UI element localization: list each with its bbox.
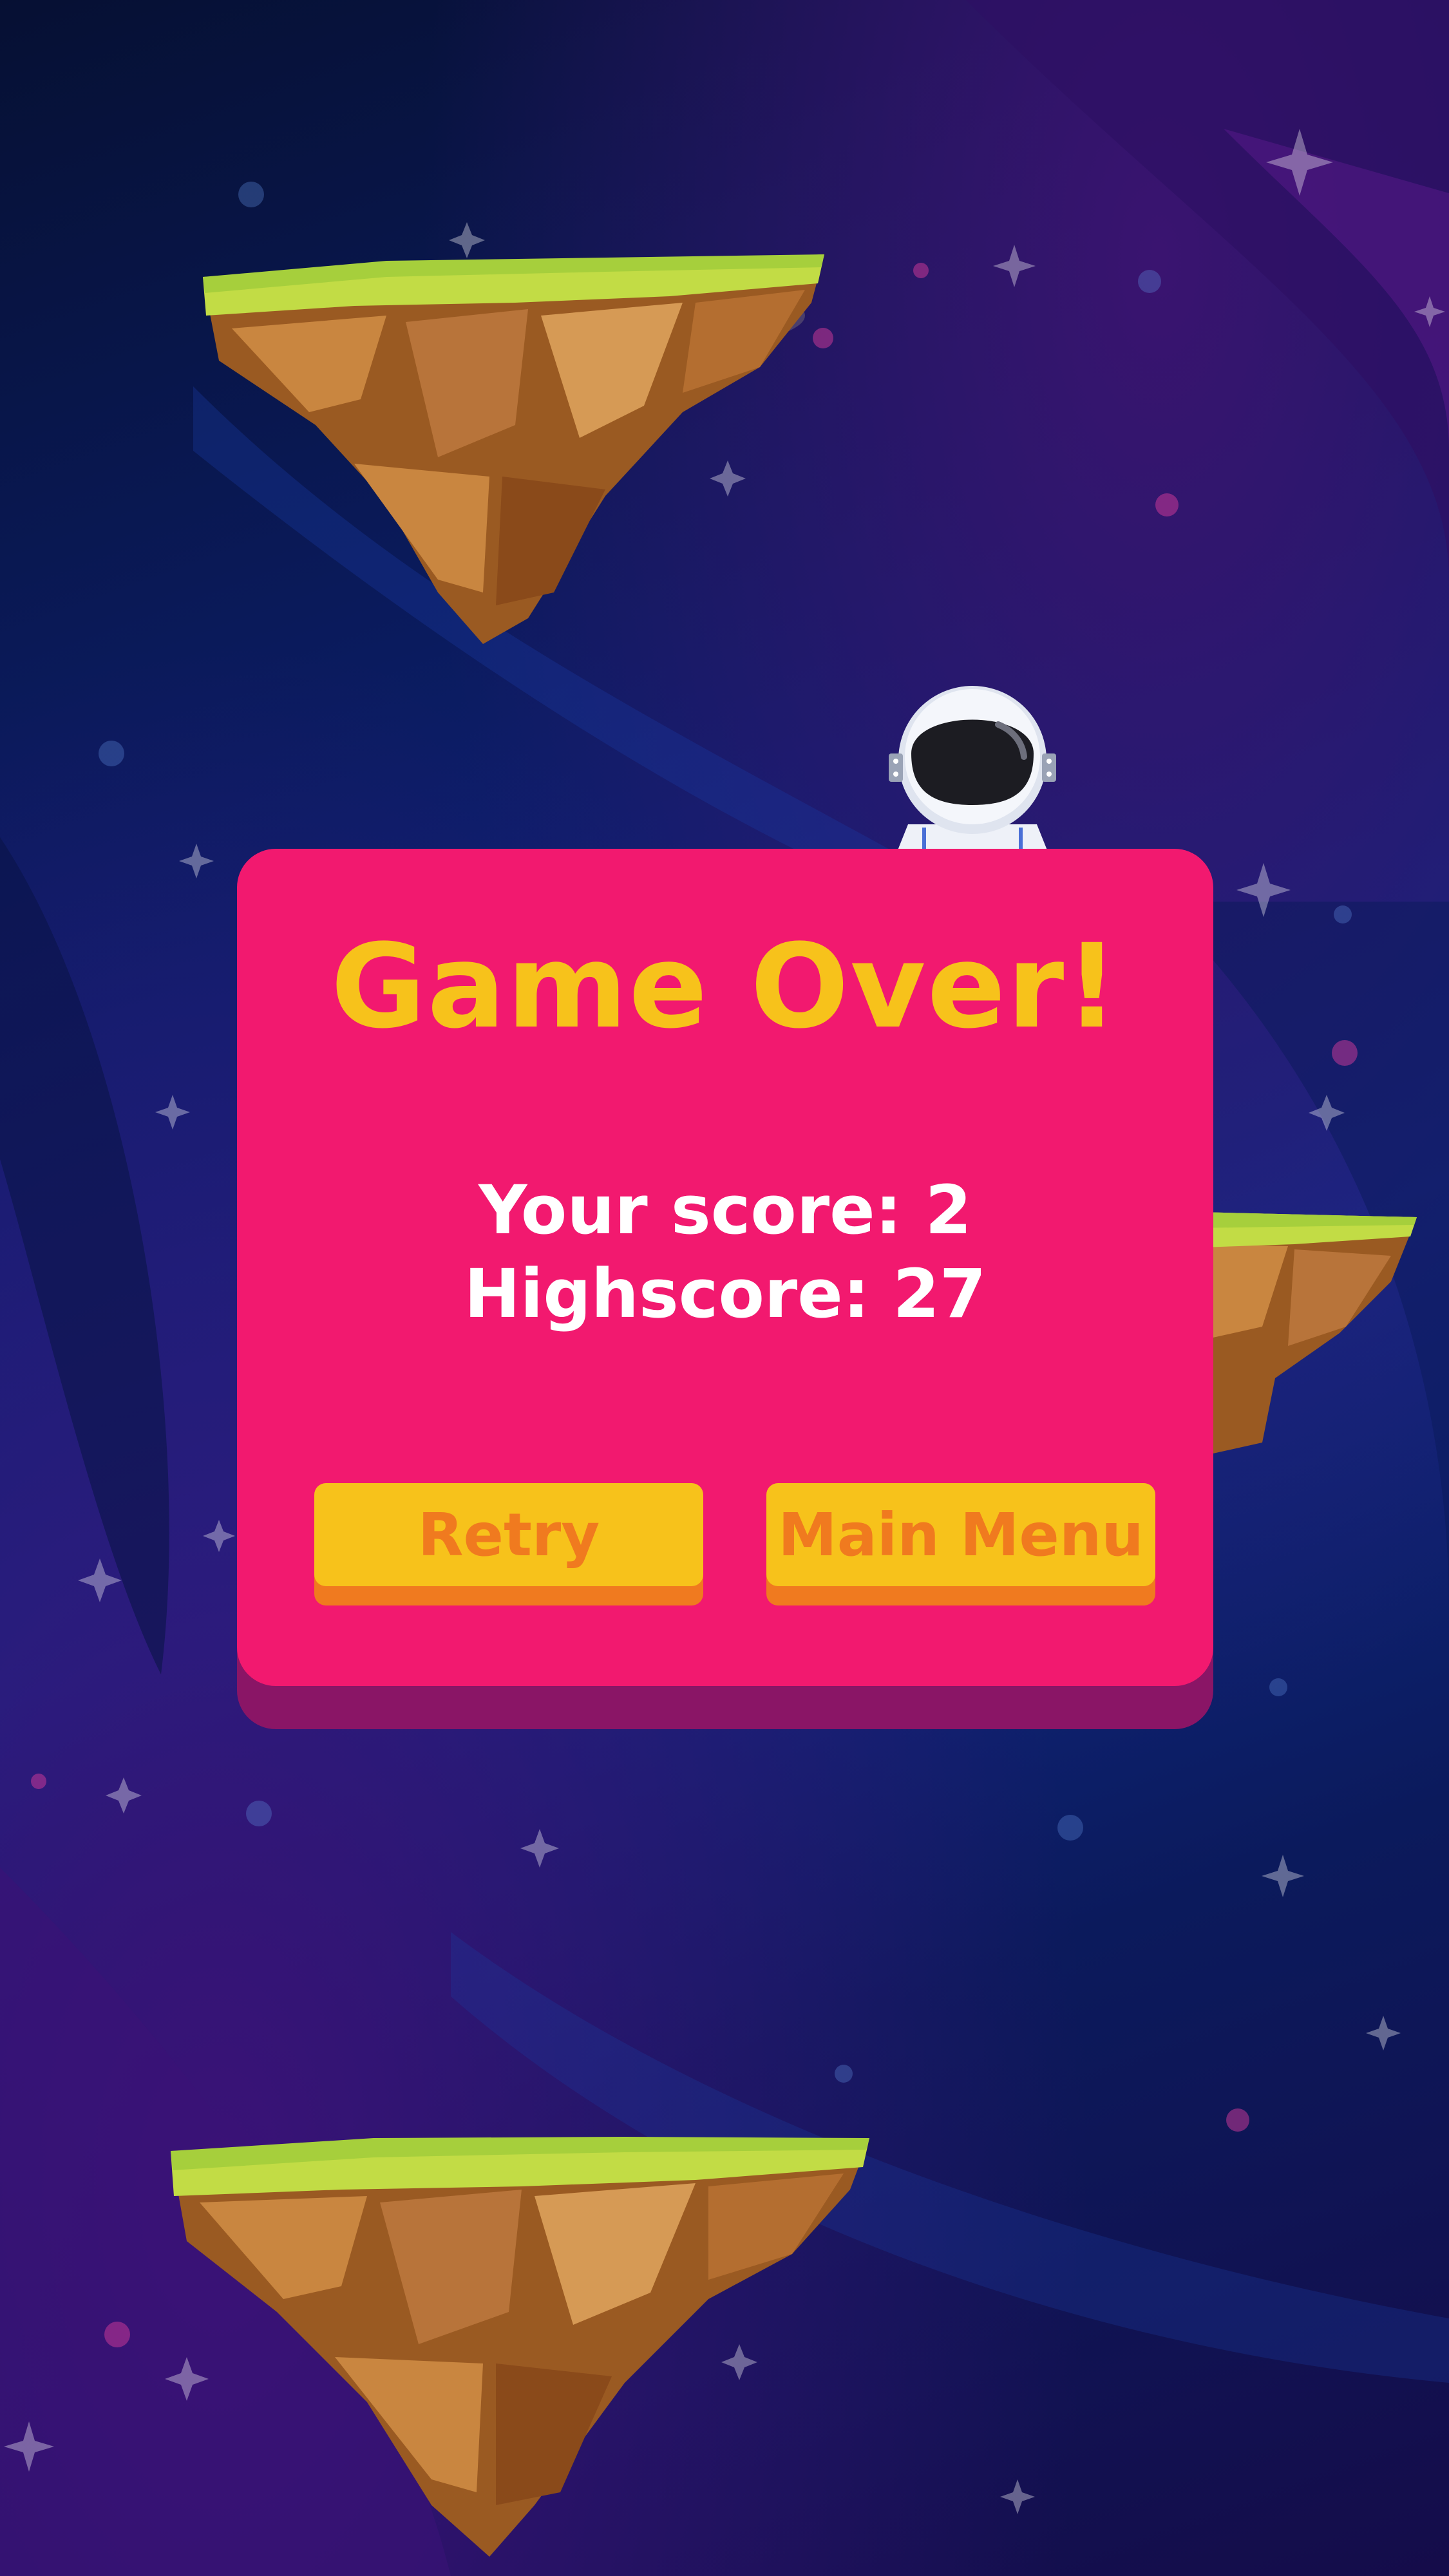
star-icon — [1000, 2479, 1035, 2514]
game-over-title: Game Over! — [330, 920, 1120, 1054]
game-over-dialog: Game Over! Your score: 2 Highscore: 27 R… — [237, 849, 1213, 1686]
star-icon — [993, 245, 1036, 287]
star-icon — [78, 1558, 122, 1602]
floating-island-icon — [203, 254, 824, 644]
retry-button[interactable]: Retry — [314, 1483, 703, 1605]
star-icon — [155, 1095, 190, 1130]
star-icon — [1262, 1855, 1304, 1897]
star-icon — [179, 844, 214, 878]
star-icon — [106, 1777, 142, 1814]
star-icon — [520, 1829, 559, 1868]
current-score: Your score: 2 — [478, 1171, 972, 1249]
high-score: Highscore: 27 — [464, 1255, 987, 1333]
main-menu-button-label[interactable]: Main Menu — [766, 1483, 1155, 1586]
star-icon — [1366, 2016, 1401, 2050]
main-menu-button[interactable]: Main Menu — [766, 1483, 1155, 1605]
game-screen: Game Over! Your score: 2 Highscore: 27 R… — [0, 0, 1449, 2576]
floating-island-icon — [171, 2137, 869, 2557]
retry-button-label[interactable]: Retry — [314, 1483, 703, 1586]
astronaut-icon — [889, 686, 1056, 857]
star-icon — [203, 1520, 235, 1552]
